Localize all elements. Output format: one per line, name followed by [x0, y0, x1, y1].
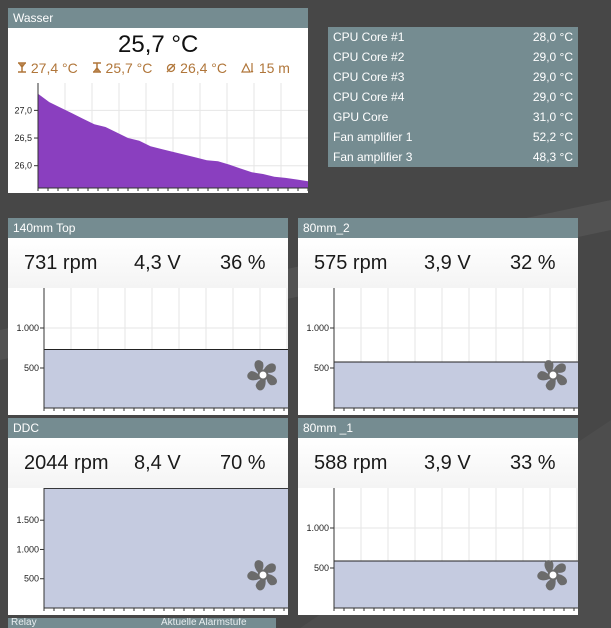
fan-percent-value: 70 %	[220, 452, 266, 474]
y-tick-label: 26,0	[14, 161, 32, 171]
water-avg-stat: 26,4 °C	[166, 60, 227, 76]
fan-panel-80mm-1: 80mm _1 588 rpm 3,9 V 33 % 1.000 500	[298, 418, 578, 615]
fan-values-row: 588 rpm 3,9 V 33 %	[298, 438, 578, 488]
fan-panel-ddc: DDC 2044 rpm 8,4 V 70 % 1.500 1.000 500	[8, 418, 288, 615]
y-tick-label: 500	[24, 574, 39, 584]
fan-panel-title: DDC	[8, 418, 288, 438]
sensor-value: 52,2 °C	[532, 130, 573, 144]
sensor-value: 28,0 °C	[532, 30, 573, 44]
water-max-value: 27,4 °C	[30, 60, 78, 76]
sensor-name: CPU Core #3	[333, 70, 405, 84]
fan-values-row: 575 rpm 3,9 V 32 %	[298, 238, 578, 288]
timespan-icon	[240, 62, 254, 73]
fan-rpm-value: 575 rpm	[314, 252, 388, 274]
sensor-value: 29,0 °C	[532, 70, 573, 84]
average-icon	[166, 63, 176, 73]
fan-rpm-chart: 1.000 500	[16, 288, 288, 411]
sensor-row: CPU Core #3 29,0 °C	[333, 67, 573, 87]
y-tick-label: 26,5	[14, 133, 32, 143]
sensor-value: 29,0 °C	[532, 90, 573, 104]
fan-values-row: 731 rpm 4,3 V 36 %	[8, 238, 288, 288]
fan-rpm-chart: 1.000 500	[306, 288, 578, 411]
fan-voltage-value: 3,9 V	[424, 452, 471, 474]
water-temp-chart: 27,0 26,5 26,0	[14, 83, 308, 191]
water-panel-title: Wasser	[8, 8, 308, 28]
sensor-name: Fan amplifier 1	[333, 130, 413, 144]
water-span-stat: 15 m	[240, 60, 290, 76]
fan-panel-80mm-2: 80mm_2 575 rpm 3,9 V 32 % 1.000 500	[298, 218, 578, 415]
water-min-stat: 25,7 °C	[92, 60, 153, 76]
fan-rpm-area	[44, 488, 288, 608]
sensor-list: CPU Core #1 28,0 °C CPU Core #2 29,0 °C CPU …	[328, 27, 578, 167]
y-tick-label: 500	[314, 363, 329, 373]
fan-percent-value: 36 %	[220, 252, 266, 274]
fan-panel-140mm-top: 140mm Top 731 rpm 4,3 V 36 % 1.000 500	[8, 218, 288, 415]
sensor-name: CPU Core #4	[333, 90, 405, 104]
fan-rpm-chart: 1.500 1.000 500	[16, 488, 288, 611]
water-temp-value: 25,7 °C	[118, 31, 199, 58]
sensor-value: 29,0 °C	[532, 50, 573, 64]
y-tick-label: 1.000	[16, 544, 39, 554]
sensor-row: CPU Core #2 29,0 °C	[333, 47, 573, 67]
y-tick-label: 500	[24, 363, 39, 373]
sensor-row: CPU Core #4 29,0 °C	[333, 87, 573, 107]
sensor-name: Fan amplifier 3	[333, 150, 413, 164]
fan-rpm-value: 2044 rpm	[24, 452, 109, 474]
max-temp-icon	[18, 62, 26, 73]
sensor-value: 48,3 °C	[532, 150, 573, 164]
alarm-level-label: Aktuelle Alarmstufe	[161, 618, 247, 628]
water-min-value: 25,7 °C	[105, 60, 153, 76]
fan-panel-title: 80mm_2	[298, 218, 578, 238]
fan-rpm-area	[334, 560, 578, 608]
sensor-row: Fan amplifier 1 52,2 °C	[333, 127, 573, 147]
relay-label: Relay	[11, 618, 37, 628]
y-tick-label: 500	[314, 563, 329, 573]
sensor-name: CPU Core #2	[333, 50, 405, 64]
fan-rpm-chart: 1.000 500	[306, 488, 578, 611]
y-tick-label: 27,0	[14, 105, 32, 115]
water-span-value: 15 m	[258, 60, 290, 76]
fan-percent-value: 32 %	[510, 252, 556, 274]
fan-voltage-value: 4,3 V	[134, 252, 181, 274]
water-avg-value: 26,4 °C	[180, 60, 228, 76]
fan-panel-title: 80mm _1	[298, 418, 578, 438]
fan-voltage-value: 3,9 V	[424, 252, 471, 274]
fan-rpm-value: 731 rpm	[24, 252, 98, 274]
fan-values-row: 2044 rpm 8,4 V 70 %	[8, 438, 288, 488]
water-max-stat: 27,4 °C	[17, 60, 78, 76]
y-tick-label: 1.000	[306, 523, 329, 533]
fan-rpm-value: 588 rpm	[314, 452, 388, 474]
fan-voltage-value: 8,4 V	[134, 452, 181, 474]
sensor-row: CPU Core #1 28,0 °C	[333, 27, 573, 47]
fan-percent-value: 33 %	[510, 452, 556, 474]
water-panel: Wasser 25,7 °C 27,4 °C 25,7 °C 26,4 °C 1…	[8, 8, 308, 193]
y-tick-label: 1.500	[16, 515, 39, 525]
sensor-name: GPU Core	[333, 110, 389, 124]
fan-panel-title: 140mm Top	[8, 218, 288, 238]
fan-rpm-area	[334, 362, 578, 408]
min-temp-icon	[92, 62, 101, 73]
water-stats-row: 27,4 °C 25,7 °C 26,4 °C 15 m	[17, 60, 300, 76]
sensor-row: GPU Core 31,0 °C	[333, 107, 573, 127]
sensor-row: Fan amplifier 3 48,3 °C	[333, 147, 573, 167]
sensor-name: CPU Core #1	[333, 30, 405, 44]
bottom-status-bar: Relay Aktuelle Alarmstufe	[8, 618, 276, 628]
y-tick-label: 1.000	[306, 323, 329, 333]
y-tick-label: 1.000	[16, 323, 39, 333]
sensor-value: 31,0 °C	[532, 110, 573, 124]
